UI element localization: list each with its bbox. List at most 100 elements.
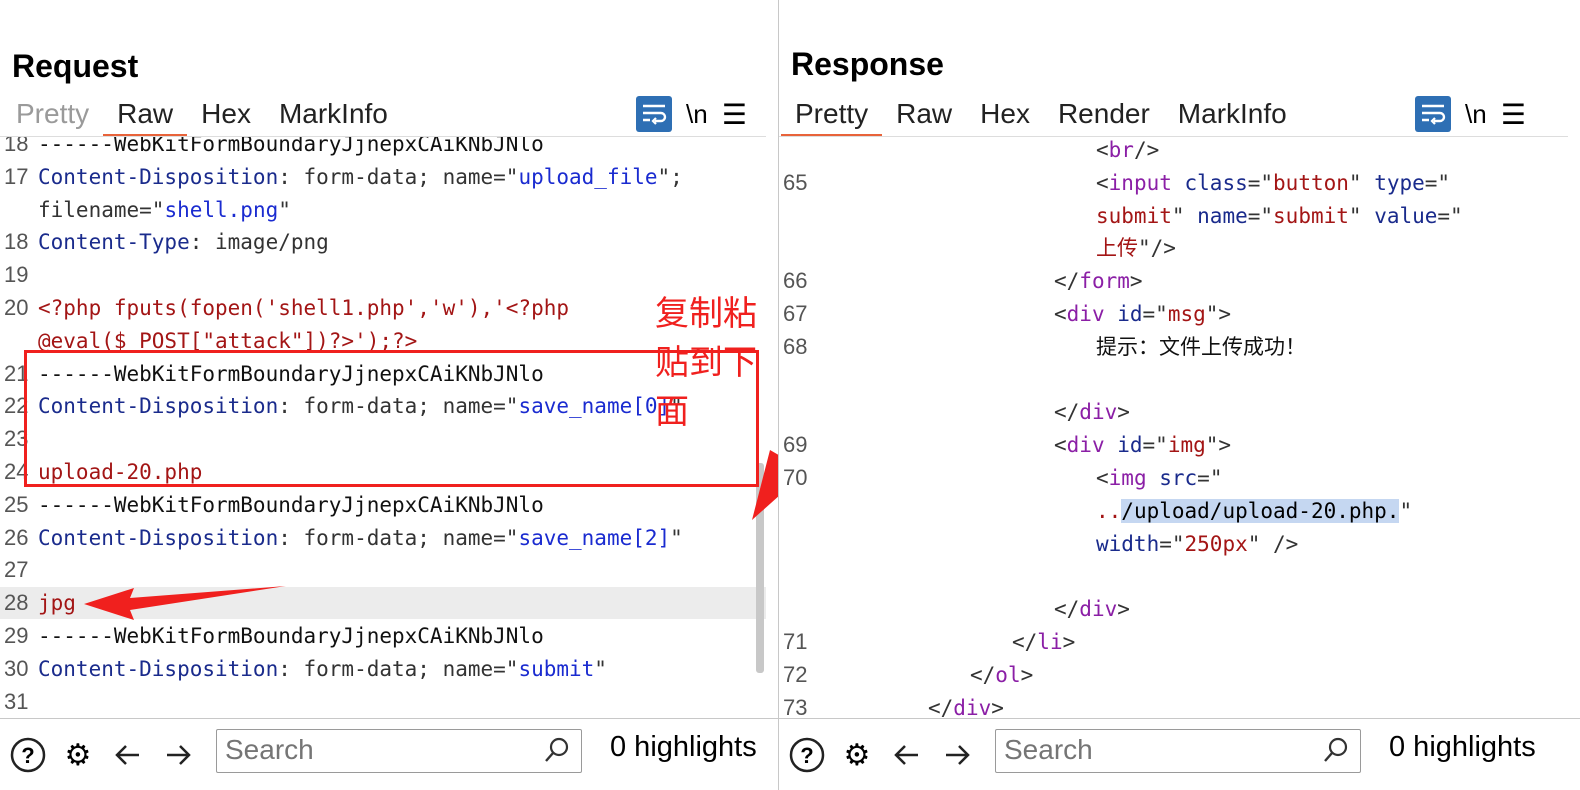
code-text: </div> bbox=[1054, 593, 1130, 625]
code-token: id bbox=[1117, 433, 1143, 458]
code-line[interactable]: 上传"/> bbox=[779, 232, 1568, 264]
code-token: </ bbox=[928, 695, 954, 717]
code-line[interactable]: 68 提示：文件上传成功！ bbox=[779, 331, 1568, 363]
response-pane: Response Pretty Raw Hex Render MarkInfo … bbox=[779, 0, 1580, 790]
code-text: 上传"/> bbox=[1096, 232, 1176, 264]
code-line[interactable]: 72 </ol> bbox=[779, 659, 1568, 691]
code-token: " bbox=[1348, 170, 1375, 195]
search-icon[interactable] bbox=[1322, 736, 1350, 771]
code-token: id bbox=[1117, 302, 1143, 326]
code-text: submit" name="submit" value=" bbox=[1096, 200, 1463, 232]
code-token: =" bbox=[1437, 203, 1463, 228]
code-token: "> bbox=[1205, 433, 1232, 458]
code-token: 提示：文件上传成功！ bbox=[1096, 334, 1306, 359]
code-token: < bbox=[1054, 433, 1067, 458]
tab-raw[interactable]: Raw bbox=[896, 96, 952, 136]
code-line[interactable]: 65 <input class="button" type=" bbox=[779, 167, 1568, 199]
help-icon[interactable]: ? bbox=[6, 733, 50, 777]
code-token: > bbox=[991, 695, 1004, 717]
tab-markinfo[interactable]: MarkInfo bbox=[1178, 96, 1287, 136]
code-text: <input class="button" type=" bbox=[1096, 167, 1450, 199]
response-highlights-count: 0 highlights bbox=[1389, 731, 1536, 763]
code-token: div bbox=[1066, 302, 1118, 326]
code-line[interactable]: </div> bbox=[779, 593, 1568, 625]
code-text: </ol> bbox=[970, 659, 1033, 691]
code-token: li bbox=[1037, 630, 1063, 654]
code-token: form bbox=[1079, 269, 1130, 294]
line-number: 70 bbox=[783, 465, 808, 490]
code-text: <div id="img"> bbox=[1054, 429, 1231, 461]
settings-gear-icon[interactable]: ⚙ bbox=[835, 733, 879, 777]
response-tabs: Pretty Raw Hex Render MarkInfo bbox=[781, 96, 1315, 136]
code-token: > bbox=[1129, 269, 1143, 294]
search-icon[interactable] bbox=[543, 736, 571, 771]
word-wrap-icon[interactable] bbox=[1415, 96, 1451, 132]
code-token: div bbox=[1079, 597, 1118, 622]
code-line[interactable] bbox=[779, 560, 1568, 592]
code-line[interactable]: 69 <div id="img"> bbox=[779, 429, 1568, 461]
code-token: =" bbox=[1424, 170, 1451, 195]
code-token: </ bbox=[1012, 630, 1038, 654]
request-pane: Request Pretty Raw Hex MarkInfo \n ☰ 18-… bbox=[0, 0, 779, 790]
code-token: < bbox=[1096, 466, 1109, 490]
code-token: </ bbox=[1054, 400, 1080, 425]
menu-icon[interactable]: ☰ bbox=[1501, 98, 1526, 131]
code-token: submit bbox=[1273, 203, 1349, 228]
request-footer: ? ⚙ 0 highlights bbox=[0, 718, 778, 790]
code-text: </form> bbox=[1054, 265, 1143, 297]
code-token: submit bbox=[1096, 203, 1172, 228]
code-line[interactable]: <br/> bbox=[779, 137, 1568, 166]
tab-hex[interactable]: Hex bbox=[980, 96, 1030, 136]
code-token: name bbox=[1197, 203, 1248, 228]
code-text: ../upload/upload-20.php." bbox=[1096, 495, 1412, 527]
code-token: " bbox=[1171, 203, 1198, 228]
line-number: 66 bbox=[783, 268, 808, 294]
code-token: "> bbox=[1205, 302, 1232, 326]
response-editor-tools: \n ☰ bbox=[1415, 96, 1526, 132]
code-text: <br/> bbox=[1096, 137, 1160, 166]
code-token: 上传 bbox=[1096, 236, 1138, 261]
code-token: ol bbox=[995, 662, 1021, 687]
code-line[interactable]: 71 </li> bbox=[779, 626, 1568, 658]
code-line[interactable]: width="250px" /> bbox=[779, 528, 1568, 560]
response-search-input[interactable] bbox=[996, 730, 1312, 770]
code-line[interactable]: </div> bbox=[779, 396, 1568, 428]
code-line[interactable]: 70 <img src=" bbox=[779, 462, 1568, 494]
tab-render[interactable]: Render bbox=[1058, 96, 1150, 136]
request-search-input[interactable] bbox=[217, 730, 533, 770]
code-token: div bbox=[953, 695, 992, 717]
code-token: /> bbox=[1133, 138, 1160, 162]
code-token: > bbox=[1020, 662, 1034, 687]
code-line[interactable] bbox=[779, 364, 1568, 396]
code-token: < bbox=[1096, 138, 1109, 162]
forward-arrow-icon[interactable] bbox=[156, 733, 200, 777]
code-token: > bbox=[1117, 597, 1130, 622]
code-token: "/> bbox=[1138, 236, 1176, 261]
code-text: 提示：文件上传成功！ bbox=[1096, 331, 1306, 363]
code-token: .. bbox=[1096, 498, 1122, 523]
response-editor[interactable]: <br/> 65 <input class="button" type=" submi… bbox=[779, 136, 1568, 717]
code-token: div bbox=[1066, 433, 1118, 458]
code-line[interactable]: ../upload/upload-20.php." bbox=[779, 495, 1568, 527]
tab-pretty[interactable]: Pretty bbox=[781, 96, 883, 136]
code-text: <img src=" bbox=[1096, 462, 1222, 494]
code-token: </ bbox=[970, 662, 996, 687]
code-token: img bbox=[1108, 466, 1160, 490]
code-token: width bbox=[1096, 531, 1160, 556]
code-line[interactable]: submit" name="submit" value=" bbox=[779, 200, 1568, 232]
code-token: value bbox=[1374, 203, 1438, 228]
code-token: =" bbox=[1142, 433, 1168, 458]
newline-toggle-icon[interactable]: \n bbox=[1465, 99, 1487, 130]
code-line[interactable]: 66 </form> bbox=[779, 265, 1568, 297]
code-text: width="250px" /> bbox=[1096, 528, 1298, 560]
back-arrow-icon[interactable] bbox=[885, 733, 929, 777]
code-token: type bbox=[1374, 170, 1425, 195]
code-line[interactable]: 73 </div> bbox=[779, 692, 1568, 717]
back-arrow-icon[interactable] bbox=[106, 733, 150, 777]
forward-arrow-icon[interactable] bbox=[935, 733, 979, 777]
help-icon[interactable]: ? bbox=[785, 733, 829, 777]
code-token: br bbox=[1108, 138, 1134, 162]
code-token: 250px bbox=[1184, 531, 1248, 556]
code-line[interactable]: 67 <div id="msg"> bbox=[779, 298, 1568, 330]
settings-gear-icon[interactable]: ⚙ bbox=[56, 733, 100, 777]
